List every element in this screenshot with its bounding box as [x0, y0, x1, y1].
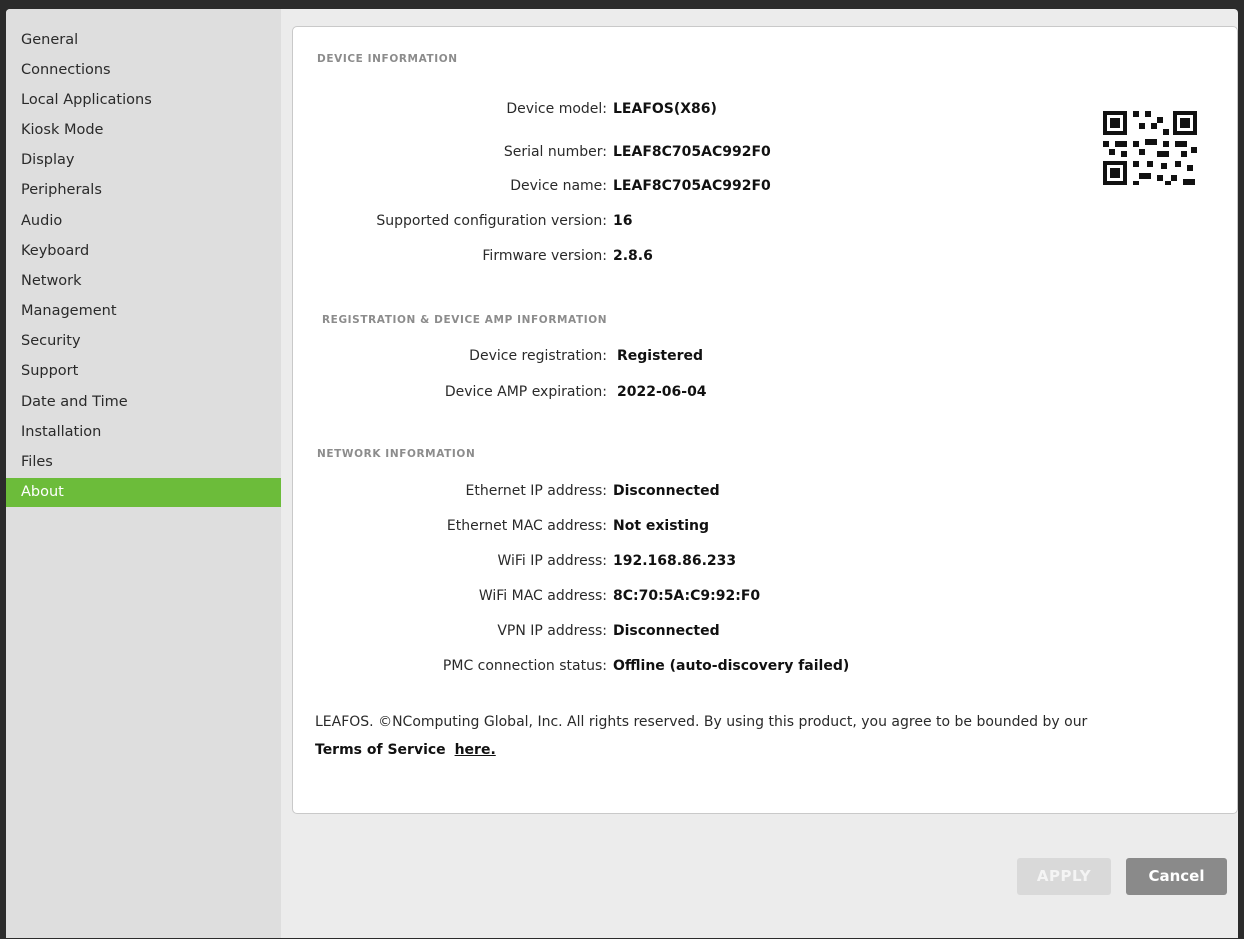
about-panel: DEVICE INFORMATION Device model: LEAFOS(…	[292, 26, 1238, 814]
legal-notice: LEAFOS. ©NComputing Global, Inc. All rig…	[315, 708, 1195, 764]
wifi-ip-label: WiFi IP address:	[497, 553, 607, 569]
firmware-version-value: 2.8.6	[613, 248, 653, 264]
device-name-label: Device name:	[510, 178, 607, 194]
cancel-button[interactable]: Cancel	[1126, 858, 1227, 895]
ethernet-ip-value: Disconnected	[613, 483, 720, 499]
device-name-value: LEAF8C705AC992F0	[613, 178, 771, 194]
terms-of-service-link[interactable]: here.	[455, 742, 496, 758]
apply-button[interactable]: APPLY	[1017, 858, 1111, 895]
network-information-heading: NETWORK INFORMATION	[317, 448, 476, 460]
device-model-value: LEAFOS(X86)	[613, 101, 717, 117]
legal-notice-text: LEAFOS. ©NComputing Global, Inc. All rig…	[315, 714, 1088, 730]
pmc-status-label: PMC connection status:	[442, 658, 607, 674]
sidebar-item-management[interactable]: Management	[6, 297, 281, 326]
wifi-mac-value: 8C:70:5A:C9:92:F0	[613, 588, 761, 604]
serial-number-value: LEAF8C705AC992F0	[613, 144, 771, 160]
sidebar-item-general[interactable]: General	[6, 26, 281, 55]
device-amp-expiration-label: Device AMP expiration:	[444, 384, 607, 400]
serial-number-label: Serial number:	[503, 144, 607, 160]
firmware-version-label: Firmware version:	[482, 248, 607, 264]
qr-code-icon	[1101, 109, 1199, 187]
sidebar-item-network[interactable]: Network	[6, 267, 281, 296]
ethernet-mac-value: Not existing	[613, 518, 710, 534]
device-registration-label: Device registration:	[469, 348, 607, 364]
sidebar-item-connections[interactable]: Connections	[6, 56, 281, 85]
supported-config-version-label: Supported configuration version:	[376, 213, 607, 229]
device-model-label: Device model:	[506, 101, 607, 117]
terms-of-service-label: Terms of Service	[315, 742, 446, 758]
pmc-status-value: Offline (auto-discovery failed)	[613, 658, 850, 674]
device-information-heading: DEVICE INFORMATION	[317, 53, 458, 65]
settings-window: General Connections Local Applications K…	[6, 9, 1238, 938]
wifi-ip-value: 192.168.86.233	[613, 553, 737, 569]
device-amp-expiration-value: 2022-06-04	[617, 384, 707, 400]
vpn-ip-value: Disconnected	[613, 623, 720, 639]
ethernet-mac-label: Ethernet MAC address:	[446, 518, 607, 534]
sidebar-item-installation[interactable]: Installation	[6, 418, 281, 447]
registration-heading: REGISTRATION & DEVICE AMP INFORMATION	[322, 314, 608, 326]
device-registration-value: Registered	[617, 348, 704, 364]
vpn-ip-label: VPN IP address:	[497, 623, 607, 639]
ethernet-ip-label: Ethernet IP address:	[465, 483, 608, 499]
supported-config-version-value: 16	[613, 213, 633, 229]
wifi-mac-label: WiFi MAC address:	[478, 588, 607, 604]
sidebar-item-files[interactable]: Files	[6, 448, 281, 477]
sidebar-item-kiosk-mode[interactable]: Kiosk Mode	[6, 116, 281, 145]
